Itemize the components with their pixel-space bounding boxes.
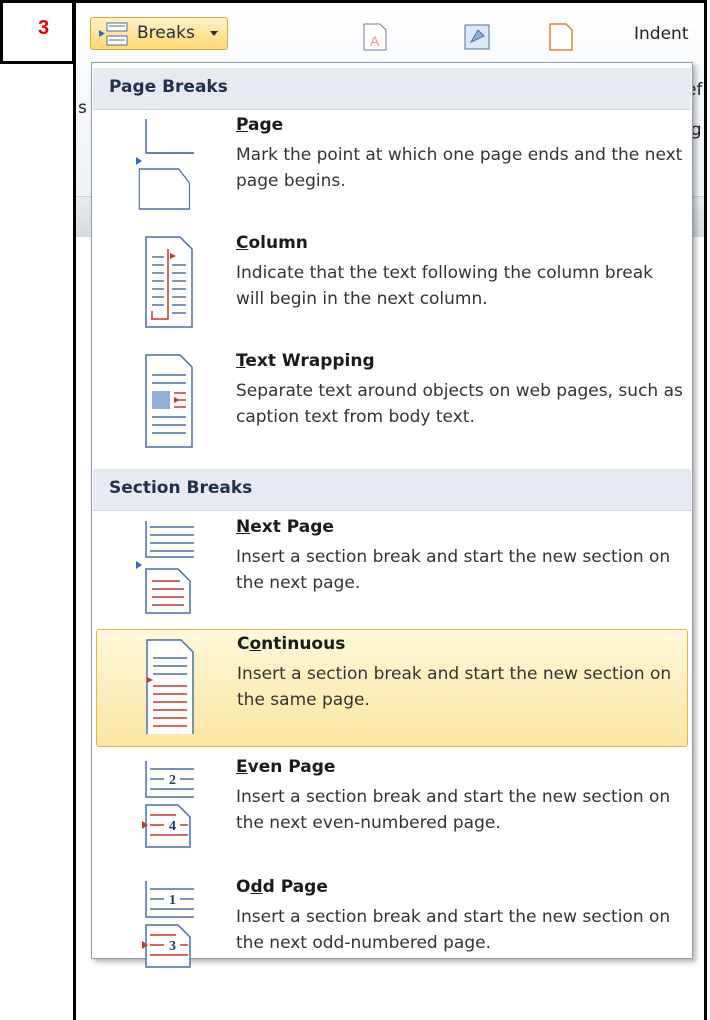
odd-page-description: Insert a section break and start the new… bbox=[236, 907, 671, 953]
column-title: Column bbox=[236, 233, 308, 253]
chevron-down-icon bbox=[210, 31, 218, 36]
even-page-description: Insert a section break and start the new… bbox=[236, 787, 671, 833]
section-breaks-heading-text: Section Breaks bbox=[109, 478, 253, 498]
breaks-icon bbox=[99, 22, 128, 46]
breaks-label: Breaks bbox=[137, 23, 195, 43]
even-number-2: 2 bbox=[169, 773, 176, 788]
indent-label: Indent bbox=[634, 24, 689, 44]
menu-item-text-wrapping[interactable]: Text Wrapping Separate text around objec… bbox=[96, 347, 688, 457]
text-wrapping-description: Separate text around objects on web page… bbox=[236, 381, 683, 427]
even-page-title: Even Page bbox=[236, 757, 336, 777]
section-breaks-heading: Section Breaks bbox=[93, 469, 691, 511]
svg-text:A: A bbox=[370, 33, 380, 49]
menu-item-next-page[interactable]: Next Page Insert a section break and sta… bbox=[96, 513, 688, 621]
text-wrapping-icon bbox=[145, 354, 193, 448]
page-borders-icon[interactable] bbox=[546, 22, 576, 52]
column-description: Indicate that the text following the col… bbox=[236, 263, 654, 309]
page-title: Page bbox=[236, 115, 284, 135]
menu-item-page[interactable]: Page Mark the point at which one page en… bbox=[96, 111, 688, 216]
page-description: Mark the point at which one page ends an… bbox=[236, 145, 683, 191]
continuous-title: Continuous bbox=[237, 634, 346, 654]
continuous-icon bbox=[146, 639, 194, 734]
even-page-icon: 2 4 bbox=[142, 761, 194, 848]
next-page-icon bbox=[136, 521, 194, 614]
page-breaks-heading-text: Page Breaks bbox=[109, 77, 228, 97]
step-badge: 3 bbox=[0, 0, 75, 64]
breaks-dropdown-menu: Page Breaks Page Mark the point at which… bbox=[91, 62, 693, 968]
partial-text-1: s bbox=[78, 98, 87, 118]
even-number-4: 4 bbox=[169, 819, 176, 834]
menu-item-odd-page[interactable]: 1 3 Odd Page Insert a section break and … bbox=[96, 873, 688, 968]
page-break-icon bbox=[136, 119, 194, 210]
odd-number-1: 1 bbox=[169, 893, 176, 908]
text-wrapping-title: Text Wrapping bbox=[236, 351, 375, 371]
page-color-icon[interactable] bbox=[462, 22, 492, 52]
continuous-description: Insert a section break and start the new… bbox=[237, 664, 672, 710]
step-number: 3 bbox=[38, 17, 50, 39]
column-break-icon bbox=[145, 236, 193, 328]
next-page-title: Next Page bbox=[236, 517, 334, 537]
menu-item-continuous[interactable]: Continuous Insert a section break and st… bbox=[96, 629, 688, 747]
menu-item-column[interactable]: Column Indicate that the text following … bbox=[96, 229, 688, 337]
page-breaks-heading: Page Breaks bbox=[93, 68, 691, 110]
menu-item-even-page[interactable]: 2 4 Even Page Insert a section break and… bbox=[96, 753, 688, 853]
breaks-button[interactable]: Breaks bbox=[90, 17, 228, 50]
odd-page-icon: 1 3 bbox=[142, 881, 194, 968]
odd-number-3: 3 bbox=[169, 939, 176, 954]
next-page-description: Insert a section break and start the new… bbox=[236, 547, 671, 593]
watermark-icon[interactable]: A bbox=[360, 22, 390, 52]
odd-page-title: Odd Page bbox=[236, 877, 328, 897]
